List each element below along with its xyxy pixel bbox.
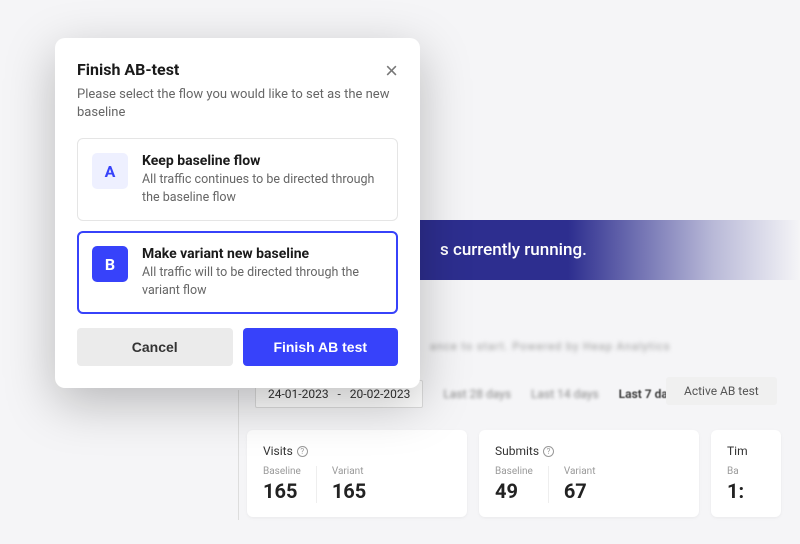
date-end: 20-02-2023 [350, 387, 411, 401]
stat-value-baseline: 1: [727, 479, 744, 503]
stat-title: Submits ? [495, 444, 683, 458]
stat-label-baseline: Baseline [263, 466, 301, 477]
help-icon[interactable]: ? [543, 446, 554, 457]
stat-value-variant: 165 [332, 479, 366, 503]
stats-row: Visits ? Baseline 165 Variant 165 Submit… [247, 430, 781, 517]
stat-card-time: Tim Ba 1: [711, 430, 781, 517]
stat-card-visits: Visits ? Baseline 165 Variant 165 [247, 430, 467, 517]
cancel-button[interactable]: Cancel [77, 328, 233, 366]
finish-ab-test-modal: Finish AB-test × Please select the flow … [55, 38, 420, 388]
stat-value-baseline: 165 [263, 479, 301, 503]
variant-b-badge: B [92, 246, 128, 282]
date-start: 24-01-2023 [268, 387, 329, 401]
stat-value-baseline: 49 [495, 479, 533, 503]
banner-text: s currently running. [440, 240, 587, 260]
option-title: Make variant new baseline [142, 246, 383, 262]
option-description: All traffic continues to be directed thr… [142, 171, 383, 206]
stat-card-submits: Submits ? Baseline 49 Variant 67 [479, 430, 699, 517]
date-preset-28[interactable]: Last 28 days [443, 387, 511, 401]
divider [548, 466, 549, 503]
hint-text: ance to start. Powered by Heap Analytics [430, 340, 670, 353]
finish-ab-test-button[interactable]: Finish AB test [243, 328, 399, 366]
modal-title: Finish AB-test [77, 60, 179, 79]
filter-active-ab-test[interactable]: Active AB test [666, 377, 777, 405]
stat-label-variant: Variant [332, 466, 366, 477]
option-make-variant-baseline[interactable]: B Make variant new baseline All traffic … [77, 231, 398, 314]
variant-a-badge: A [92, 153, 128, 189]
stat-label-variant: Variant [564, 466, 596, 477]
divider [238, 390, 239, 520]
stat-label-baseline: Baseline [495, 466, 533, 477]
option-title: Keep baseline flow [142, 153, 383, 169]
option-description: All traffic will to be directed through … [142, 264, 383, 299]
help-icon[interactable]: ? [297, 446, 308, 457]
modal-subtitle: Please select the flow you would like to… [77, 86, 398, 122]
stat-label-baseline: Ba [727, 466, 744, 477]
date-sep: - [338, 387, 341, 401]
stat-value-variant: 67 [564, 479, 596, 503]
stat-title: Visits ? [263, 444, 451, 458]
date-preset-14[interactable]: Last 14 days [531, 387, 599, 401]
close-icon[interactable]: × [385, 60, 398, 82]
stat-title: Tim [727, 444, 765, 458]
option-keep-baseline[interactable]: A Keep baseline flow All traffic continu… [77, 138, 398, 221]
divider [316, 466, 317, 503]
